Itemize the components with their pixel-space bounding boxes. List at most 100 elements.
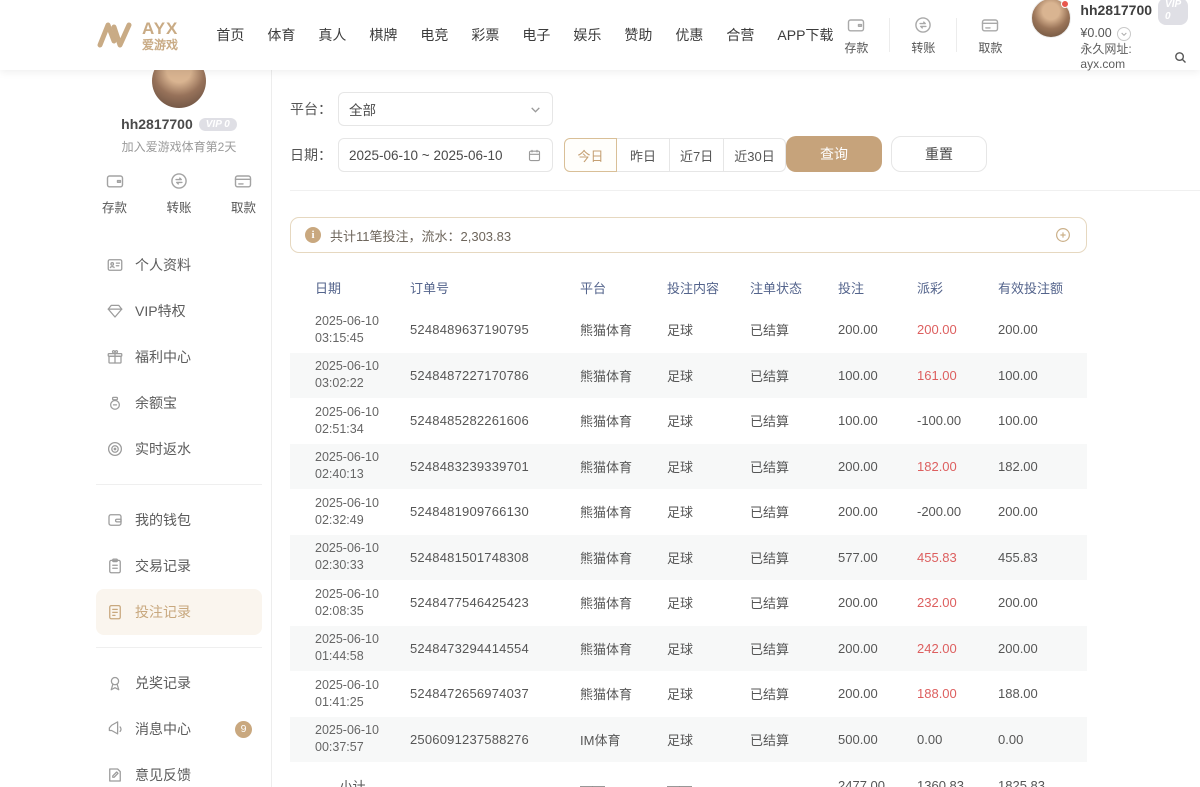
range-button-今日[interactable]: 今日 (564, 138, 617, 172)
table-row[interactable]: 2025-06-1001:41:25 5248472656974037 熊猫体育… (290, 671, 1087, 717)
brand-name: AYX (142, 20, 178, 37)
date-range-input[interactable]: 2025-06-10 ~ 2025-06-10 (338, 138, 553, 172)
transfer-icon (913, 15, 933, 35)
main-nav: 首页 体育 真人 棋牌 电竞 彩票 电子 娱乐 赞助 优惠 合营 APP下载 (216, 25, 833, 45)
header-actions: 存款转账取款 (833, 15, 1013, 56)
table-row[interactable]: 2025-06-1002:51:34 5248485282261606 熊猫体育… (290, 398, 1087, 444)
table-row[interactable]: 2025-06-1002:40:13 5248483239339701 熊猫体育… (290, 444, 1087, 490)
subtotal-valid: 1825.83 (998, 778, 1087, 787)
summary-bar: i 共计11笔投注，流水：2,303.83 (290, 217, 1087, 253)
nav-item[interactable]: 电竞 (420, 25, 448, 45)
username: hh2817700 (1080, 2, 1152, 20)
gift-icon (106, 348, 124, 366)
header-action-存款[interactable]: 存款 (833, 15, 879, 56)
table-body: 2025-06-1003:15:45 5248489637190795 熊猫体育… (290, 307, 1087, 762)
subtotal-row: 小计 —— —— 2477.00 1360.83 1825.83 (290, 762, 1087, 787)
column-header: 投注 (838, 278, 917, 297)
sidebar-quick-actions: 存款转账取款 (96, 171, 262, 216)
withdraw-card-icon (233, 171, 253, 191)
sidebar-item-消息中心[interactable]: 消息中心9 (96, 706, 262, 752)
info-icon: i (305, 227, 321, 243)
divider (956, 18, 957, 52)
sidebar-item-我的钱包[interactable]: 我的钱包 (96, 497, 262, 543)
filter-panel: 平台： 全部 日期： 2025-06-10 ~ 2025-06-10 今日昨日近… (290, 92, 1200, 191)
sidebar-username: hh2817700 (121, 116, 193, 132)
table-row[interactable]: 2025-06-1003:02:22 5248487227170786 熊猫体育… (290, 353, 1087, 399)
nav-item[interactable]: 彩票 (471, 25, 499, 45)
table-row[interactable]: 2025-06-1003:15:45 5248489637190795 熊猫体育… (290, 307, 1087, 353)
join-days-text: 加入爱游戏体育第2天 (96, 138, 262, 155)
sidebar-item-交易记录[interactable]: 交易记录 (96, 543, 262, 589)
deposit-wallet-icon (846, 15, 866, 35)
table-row[interactable]: 2025-06-1002:30:33 5248481501748308 熊猫体育… (290, 535, 1087, 581)
nav-item[interactable]: 优惠 (675, 25, 703, 45)
nav-item[interactable]: 赞助 (624, 25, 652, 45)
brand-logo[interactable]: AYX 爱游戏 (96, 18, 178, 52)
transfer-icon (169, 171, 189, 191)
search-icon[interactable] (1173, 50, 1188, 65)
unread-badge: 9 (235, 721, 252, 738)
nav-item[interactable]: 棋牌 (369, 25, 397, 45)
expand-circle-icon[interactable] (1054, 226, 1072, 244)
user-menu[interactable]: hh2817700 VIP 0 ¥0.00 永久网址: ayx.com (1031, 0, 1187, 72)
nav-item[interactable]: 合营 (726, 25, 754, 45)
vip-badge: VIP 0 (1158, 0, 1188, 25)
sidebar-quick-取款[interactable]: 取款 (231, 171, 256, 216)
sidebar-item-福利中心[interactable]: 福利中心 (96, 334, 262, 380)
sidebar-item-VIP特权[interactable]: VIP特权 (96, 288, 262, 334)
column-header: 注单状态 (750, 278, 838, 297)
range-button-昨日[interactable]: 昨日 (617, 138, 670, 172)
nav-item[interactable]: 电子 (522, 25, 550, 45)
sidebar-item-意见反馈[interactable]: 意见反馈 (96, 752, 262, 787)
subtotal-bet: 2477.00 (838, 778, 917, 787)
header-action-转账[interactable]: 转账 (900, 15, 946, 56)
avatar[interactable] (1031, 0, 1071, 38)
bet-record-icon (106, 603, 124, 621)
feedback-icon (106, 766, 124, 784)
reset-button[interactable]: 重置 (891, 136, 987, 172)
date-label: 日期： (290, 145, 338, 165)
header-action-取款[interactable]: 取款 (967, 15, 1013, 56)
permanent-url: 永久网址: ayx.com (1080, 42, 1170, 72)
megaphone-icon (106, 720, 124, 738)
platform-selected-value: 全部 (349, 99, 376, 119)
nav-item[interactable]: 首页 (216, 25, 244, 45)
date-range-value: 2025-06-10 ~ 2025-06-10 (349, 148, 503, 163)
chevron-down-icon (529, 103, 542, 116)
sidebar-item-实时返水[interactable]: 实时返水 (96, 426, 262, 472)
sidebar-quick-存款[interactable]: 存款 (102, 171, 127, 216)
calendar-icon (527, 148, 542, 163)
subtotal-label: 小计 (315, 776, 410, 787)
nav-item[interactable]: APP下载 (777, 25, 833, 45)
bet-records-table: 日期订单号平台投注内容注单状态投注派彩有效投注额 2025-06-1003:15… (290, 267, 1087, 787)
table-row[interactable]: 2025-06-1002:08:35 5248477546425423 熊猫体育… (290, 580, 1087, 626)
money-pot-icon (106, 394, 124, 412)
range-button-近30日[interactable]: 近30日 (724, 138, 785, 172)
deposit-wallet-icon (105, 171, 125, 191)
prize-icon (106, 674, 124, 692)
brand-subname: 爱游戏 (142, 39, 178, 51)
sidebar-menu: 个人资料VIP特权福利中心余额宝实时返水我的钱包交易记录投注记录兑奖记录消息中心… (96, 236, 262, 787)
platform-select[interactable]: 全部 (338, 92, 553, 126)
balance-refresh-icon[interactable] (1117, 27, 1131, 41)
table-row[interactable]: 2025-06-1002:32:49 5248481909766130 熊猫体育… (290, 489, 1087, 535)
column-header: 订单号 (410, 278, 580, 297)
range-button-近7日[interactable]: 近7日 (670, 138, 724, 172)
nav-item[interactable]: 真人 (318, 25, 346, 45)
clipboard-icon (106, 557, 124, 575)
sidebar-item-投注记录[interactable]: 投注记录 (96, 589, 262, 635)
brand-mark-icon (96, 18, 136, 52)
table-row[interactable]: 2025-06-1000:37:57 2506091237588276 IM体育… (290, 717, 1087, 763)
wallet-icon (106, 511, 124, 529)
table-header-row: 日期订单号平台投注内容注单状态投注派彩有效投注额 (290, 267, 1087, 307)
search-button[interactable]: 查询 (786, 136, 882, 172)
sidebar-item-余额宝[interactable]: 余额宝 (96, 380, 262, 426)
sidebar-item-兑奖记录[interactable]: 兑奖记录 (96, 660, 262, 706)
nav-item[interactable]: 体育 (267, 25, 295, 45)
table-row[interactable]: 2025-06-1001:44:58 5248473294414554 熊猫体育… (290, 626, 1087, 672)
notification-dot (1061, 0, 1069, 8)
withdraw-card-icon (980, 15, 1000, 35)
sidebar-quick-转账[interactable]: 转账 (166, 171, 191, 216)
sidebar-item-个人资料[interactable]: 个人资料 (96, 242, 262, 288)
nav-item[interactable]: 娱乐 (573, 25, 601, 45)
